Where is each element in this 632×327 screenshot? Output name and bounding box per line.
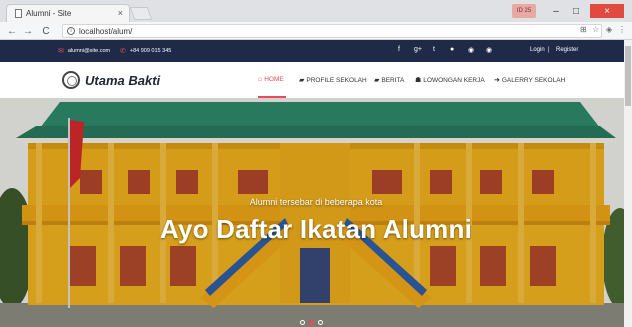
new-tab-button[interactable] — [129, 7, 153, 20]
maximize-button[interactable]: □ — [568, 4, 584, 18]
dribbble-icon[interactable]: ● — [450, 46, 454, 53]
instagram-icon[interactable]: ◉ — [468, 46, 474, 54]
extension-icon[interactable]: ◈ — [606, 25, 612, 34]
close-window-button[interactable]: × — [590, 4, 624, 18]
nav-profile-label: PROFILE SEKOLAH — [306, 76, 367, 84]
school-building-photo — [0, 98, 632, 327]
school-emblem-icon — [62, 71, 80, 89]
tab-close-icon[interactable]: × — [118, 8, 123, 18]
address-bar: ← → C i localhost/alum/ ⊞ ☆ ◈ ⋮ — [0, 22, 632, 40]
info-icon[interactable]: i — [67, 27, 75, 35]
nav-galerry-label: GALERRY SEKOLAH — [501, 76, 566, 84]
facebook-icon[interactable]: f — [398, 46, 400, 53]
hero-subtitle: Alumni tersebar di beberapa kota — [249, 197, 383, 207]
book-icon: ▰ — [299, 77, 305, 84]
menu-dots-icon[interactable]: ⋮ — [618, 25, 626, 34]
nav-berita[interactable]: ▰ BERITA — [374, 76, 405, 85]
forward-button[interactable]: → — [22, 24, 34, 38]
url-input[interactable]: i localhost/alum/ — [62, 24, 602, 38]
google-plus-icon[interactable]: g+ — [414, 46, 422, 53]
arrow-right-icon: ➜ — [494, 77, 500, 84]
pinterest-icon[interactable]: ◉ — [486, 46, 492, 54]
envelope-icon: ✉ — [58, 48, 64, 55]
nav-berita-label: BERITA — [381, 76, 405, 84]
slider-dot[interactable] — [318, 320, 323, 325]
page-scrollbar[interactable] — [624, 40, 632, 327]
contact-email[interactable]: ✉ alumni@site.com — [58, 47, 110, 55]
slider-dot[interactable] — [300, 320, 305, 325]
extension-badge[interactable]: ID 25 — [512, 4, 536, 18]
users-icon: ☗ — [415, 77, 422, 84]
slider-dot-active[interactable] — [309, 320, 314, 325]
browser-tab-bar: Alumni - Site × ID 25 – □ × — [0, 0, 632, 22]
hero-slider: Alumni tersebar di beberapa kota Ayo Daf… — [0, 98, 632, 327]
reload-button[interactable]: C — [40, 24, 52, 38]
tab-title: Alumni - Site — [26, 9, 72, 18]
contact-phone[interactable]: ✆ +84 909 015 345 — [120, 47, 171, 55]
nav-lowongan-kerja[interactable]: ☗ LOWONGAN KERJA — [415, 76, 485, 85]
phone-icon: ✆ — [120, 48, 126, 55]
site-header: Utama Bakti ⌂ HOME ▰ PROFILE SEKOLAH ▰ B… — [0, 62, 632, 98]
hero-title: Ayo Daftar Ikatan Alumni — [159, 214, 473, 244]
nav-home-label: HOME — [264, 76, 284, 83]
scrollbar-thumb[interactable] — [625, 46, 631, 106]
url-text: localhost/alum/ — [79, 26, 133, 36]
browser-tab[interactable]: Alumni - Site × — [6, 4, 130, 22]
nav-home[interactable]: ⌂ HOME — [258, 76, 284, 83]
nav-lowongan-label: LOWONGAN KERJA — [423, 76, 485, 84]
brand-name: Utama Bakti — [85, 72, 161, 88]
translate-icon[interactable]: ⊞ — [580, 25, 587, 34]
nav-profile-sekolah[interactable]: ▰ PROFILE SEKOLAH — [299, 76, 367, 85]
back-button[interactable]: ← — [6, 24, 18, 38]
nav-galerry-sekolah[interactable]: ➜ GALERRY SEKOLAH — [494, 76, 566, 85]
site-top-bar: ✉ alumni@site.com ✆ +84 909 015 345 f g+… — [0, 40, 632, 62]
login-link[interactable]: Login — [530, 47, 545, 53]
email-text: alumni@site.com — [67, 48, 111, 54]
minimize-button[interactable]: – — [548, 4, 564, 18]
auth-separator: | — [548, 47, 550, 53]
slider-dots — [300, 320, 323, 325]
register-link[interactable]: Register — [556, 47, 578, 53]
star-icon[interactable]: ☆ — [592, 25, 599, 34]
site-logo[interactable]: Utama Bakti — [62, 71, 160, 89]
page-icon — [15, 9, 22, 18]
home-icon: ⌂ — [258, 76, 263, 83]
book-icon: ▰ — [374, 77, 380, 84]
twitter-icon[interactable]: t — [433, 46, 435, 53]
phone-text: +84 909 015 345 — [129, 48, 172, 54]
